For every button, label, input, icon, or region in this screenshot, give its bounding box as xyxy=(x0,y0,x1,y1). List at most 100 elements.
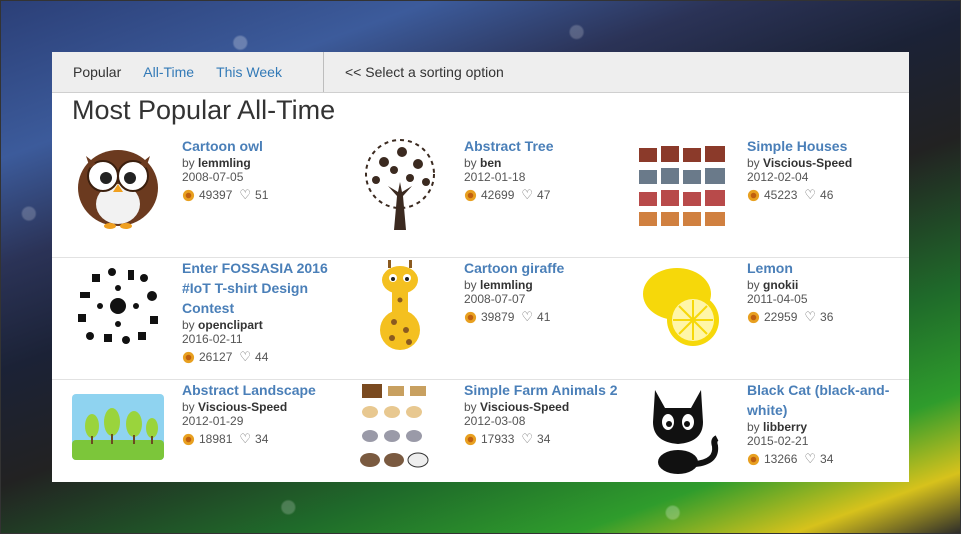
tab-all-time[interactable]: All-Time xyxy=(132,64,205,80)
clipart-card: Cartoon owl by lemmling 2008-07-05 49397… xyxy=(72,136,354,254)
tree-icon[interactable] xyxy=(354,138,446,230)
download-badge-icon xyxy=(747,189,760,201)
stats-row: 49397 ♡ 51 xyxy=(182,187,347,203)
author-name[interactable]: openclipart xyxy=(198,318,263,332)
clipart-title-link[interactable]: Lemon xyxy=(747,258,909,278)
like-count: 36 xyxy=(820,310,834,324)
farm-animals-icon[interactable] xyxy=(354,382,446,474)
download-badge-icon xyxy=(464,189,477,201)
by-label: by xyxy=(182,318,195,332)
by-label: by xyxy=(747,156,760,170)
heart-icon[interactable]: ♡ xyxy=(804,187,816,203)
owl-icon[interactable] xyxy=(72,138,164,230)
author-name[interactable]: Viscious-Speed xyxy=(198,400,287,414)
download-badge-icon xyxy=(747,311,760,323)
download-badge-icon xyxy=(182,433,195,445)
stats-row: 26127 ♡ 44 xyxy=(182,349,347,365)
stats-row: 22959 ♡ 36 xyxy=(747,309,909,325)
stats-row: 45223 ♡ 46 xyxy=(747,187,909,203)
clipart-title-link[interactable]: Simple Houses xyxy=(747,136,909,156)
grid-row: Cartoon owl by lemmling 2008-07-05 49397… xyxy=(52,136,909,258)
author-line: by lemmling xyxy=(464,278,629,292)
clipart-card: Black Cat (black-and-white) by libberry … xyxy=(637,380,909,482)
author-name[interactable]: gnokii xyxy=(763,278,798,292)
heart-icon[interactable]: ♡ xyxy=(239,349,251,365)
clipart-title-link[interactable]: Simple Farm Animals 2 xyxy=(464,380,629,400)
author-line: by openclipart xyxy=(182,318,347,332)
giraffe-icon[interactable] xyxy=(354,260,446,352)
author-name[interactable]: ben xyxy=(480,156,501,170)
clipart-title-link[interactable]: Abstract Tree xyxy=(464,136,629,156)
download-count: 17933 xyxy=(481,432,515,446)
by-label: by xyxy=(464,278,477,292)
clipart-title-link[interactable]: Cartoon giraffe xyxy=(464,258,629,278)
download-badge-icon xyxy=(464,433,477,445)
lemon-icon[interactable] xyxy=(637,260,729,352)
download-badge-icon xyxy=(464,311,477,323)
heart-icon[interactable]: ♡ xyxy=(521,187,533,203)
houses-icon[interactable] xyxy=(637,138,729,230)
like-count: 34 xyxy=(255,432,269,446)
heart-icon[interactable]: ♡ xyxy=(804,451,816,467)
heart-icon[interactable]: ♡ xyxy=(804,309,816,325)
by-label: by xyxy=(182,156,195,170)
by-label: by xyxy=(464,156,477,170)
by-label: by xyxy=(182,400,195,414)
download-badge-icon xyxy=(747,453,760,465)
clipart-title-link[interactable]: Abstract Landscape xyxy=(182,380,347,400)
like-count: 34 xyxy=(537,432,551,446)
popular-clipart-panel: Popular All-Time This Week << Select a s… xyxy=(52,52,909,482)
download-count: 45223 xyxy=(764,188,798,202)
upload-date: 2012-01-18 xyxy=(464,170,526,184)
download-count: 18981 xyxy=(199,432,233,446)
heart-icon[interactable]: ♡ xyxy=(239,187,251,203)
heart-icon[interactable]: ♡ xyxy=(239,431,251,447)
clipart-title-link[interactable]: Enter FOSSASIA 2016 #IoT T-shirt Design … xyxy=(182,258,347,318)
clipart-card: Cartoon giraffe by lemmling 2008-07-07 3… xyxy=(354,258,636,376)
clipart-card: Simple Farm Animals 2 by Viscious-Speed … xyxy=(354,380,636,482)
tab-this-week[interactable]: This Week xyxy=(205,64,293,80)
upload-date: 2008-07-07 xyxy=(464,292,526,306)
clipart-title-link[interactable]: Cartoon owl xyxy=(182,136,347,156)
sort-hint: << Select a sorting option xyxy=(345,64,504,80)
iot-icons-icon[interactable] xyxy=(72,260,164,352)
tab-group: Popular All-Time This Week xyxy=(52,52,324,92)
author-line: by lemmling xyxy=(182,156,347,170)
author-name[interactable]: libberry xyxy=(763,420,807,434)
download-count: 49397 xyxy=(199,188,233,202)
author-line: by ben xyxy=(464,156,629,170)
clipart-card: Simple Houses by Viscious-Speed 2012-02-… xyxy=(637,136,909,254)
like-count: 41 xyxy=(537,310,551,324)
tab-bar: Popular All-Time This Week << Select a s… xyxy=(52,52,909,93)
author-line: by Viscious-Speed xyxy=(182,400,347,414)
upload-date: 2012-02-04 xyxy=(747,170,809,184)
upload-date: 2011-04-05 xyxy=(747,292,808,306)
clipart-card: Enter FOSSASIA 2016 #IoT T-shirt Design … xyxy=(72,258,354,376)
stats-row: 17933 ♡ 34 xyxy=(464,431,629,447)
page-title: Most Popular All-Time xyxy=(72,95,336,125)
author-name[interactable]: lemmling xyxy=(198,156,251,170)
like-count: 44 xyxy=(255,350,269,364)
heart-icon[interactable]: ♡ xyxy=(521,309,533,325)
author-name[interactable]: lemmling xyxy=(480,278,533,292)
clipart-card: Abstract Landscape by Viscious-Speed 201… xyxy=(72,380,354,482)
author-line: by Viscious-Speed xyxy=(464,400,629,414)
upload-date: 2008-07-05 xyxy=(182,170,244,184)
grid-row: Abstract Landscape by Viscious-Speed 201… xyxy=(52,380,909,482)
black-cat-icon[interactable] xyxy=(637,382,729,474)
landscape-icon[interactable] xyxy=(72,382,164,474)
clipart-title-link[interactable]: Black Cat (black-and-white) xyxy=(747,380,909,420)
upload-date: 2012-01-29 xyxy=(182,414,244,428)
heart-icon[interactable]: ♡ xyxy=(521,431,533,447)
author-line: by libberry xyxy=(747,420,909,434)
tab-popular[interactable]: Popular xyxy=(62,64,132,80)
download-badge-icon xyxy=(182,351,195,363)
download-count: 26127 xyxy=(199,350,233,364)
author-name[interactable]: Viscious-Speed xyxy=(763,156,852,170)
author-name[interactable]: Viscious-Speed xyxy=(480,400,569,414)
grid-row: Enter FOSSASIA 2016 #IoT T-shirt Design … xyxy=(52,258,909,380)
download-count: 42699 xyxy=(481,188,515,202)
download-count: 13266 xyxy=(764,452,798,466)
like-count: 51 xyxy=(255,188,269,202)
clipart-card: Abstract Tree by ben 2012-01-18 42699 ♡ … xyxy=(354,136,636,254)
